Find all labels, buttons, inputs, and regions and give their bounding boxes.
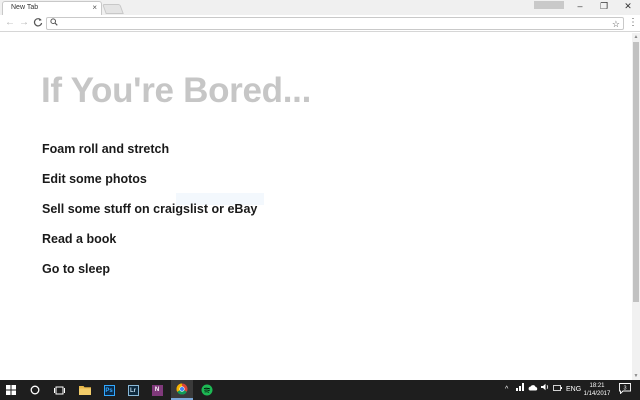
tab-title: New Tab (11, 4, 39, 11)
clock-time: 18:21 (589, 383, 605, 389)
browser-toolbar: ← → ☆ ⋮ (0, 15, 640, 32)
tab-new-tab[interactable]: New Tab × (2, 1, 102, 15)
scroll-down-arrow-icon[interactable]: ▼ (632, 372, 640, 380)
close-window-button[interactable]: ✕ (616, 0, 640, 12)
language-indicator[interactable]: ENG (566, 380, 581, 400)
list-item: Foam roll and stretch (42, 142, 170, 156)
taskbar-spotify[interactable] (196, 380, 218, 400)
onenote-icon: N (151, 384, 163, 396)
profile-badge[interactable] (534, 1, 564, 9)
system-clock[interactable]: 18:21 1/14/2017 (580, 382, 614, 398)
clock-date: 1/14/2017 (583, 391, 611, 397)
photoshop-icon: Ps (103, 384, 115, 396)
cloud-tray-icon[interactable] (528, 380, 538, 400)
reload-glyph (33, 18, 43, 27)
start-button[interactable] (0, 380, 22, 400)
volume-tray-icon[interactable] (541, 380, 550, 400)
windows-logo-icon (6, 385, 16, 395)
tray-overflow-chevron-icon[interactable]: ^ (505, 380, 508, 400)
spotify-icon (201, 384, 213, 396)
cortana-circle-icon (30, 385, 40, 395)
scrollbar-thumb[interactable] (633, 42, 639, 302)
taskbar-onenote[interactable]: N (146, 380, 168, 400)
browser-title-bar: New Tab × – ❐ ✕ (0, 0, 640, 15)
search-icon (50, 18, 58, 30)
task-view-icon (53, 386, 65, 394)
list-item: Read a book (42, 232, 117, 246)
page-content: If You're Bored... Foam roll and stretch… (0, 33, 632, 380)
bookmark-star-icon[interactable]: ☆ (612, 18, 620, 30)
list-item: Edit some photos (42, 172, 147, 186)
folder-icon (79, 386, 91, 395)
tab-close-icon[interactable]: × (92, 3, 97, 13)
list-item: Go to sleep (42, 262, 111, 276)
chrome-menu-icon[interactable]: ⋮ (628, 17, 638, 29)
address-bar[interactable]: ☆ (46, 17, 624, 30)
notification-icon: 3 (619, 383, 631, 395)
minimize-button[interactable]: – (568, 0, 592, 12)
forward-arrow-icon[interactable]: → (18, 17, 30, 29)
action-center-button[interactable]: 3 (618, 383, 632, 397)
network-tray-icon[interactable] (516, 380, 524, 400)
new-tab-button[interactable] (102, 4, 124, 14)
vertical-scrollbar[interactable]: ▲ ▼ (632, 33, 640, 380)
reload-icon[interactable] (32, 17, 44, 29)
activity-list: Foam roll and stretch Edit some photos S… (42, 142, 257, 292)
lightroom-icon: Lr (127, 384, 139, 396)
windows-taskbar: Ps Lr N ^ ENG 18:21 1/14/2017 3 (0, 380, 640, 400)
page-title: If You're Bored... (41, 71, 312, 110)
taskbar-photoshop[interactable]: Ps (98, 380, 120, 400)
scroll-up-arrow-icon[interactable]: ▲ (632, 33, 640, 41)
restore-button[interactable]: ❐ (592, 0, 616, 12)
list-item: Sell some stuff on craigslist or eBay (42, 202, 258, 216)
chrome-icon (176, 383, 188, 395)
taskbar-chrome[interactable] (171, 380, 193, 400)
battery-tray-icon[interactable] (553, 380, 562, 400)
task-view-button[interactable] (48, 380, 70, 400)
back-arrow-icon[interactable]: ← (4, 17, 16, 29)
cortana-search-button[interactable] (24, 380, 46, 400)
taskbar-lightroom[interactable]: Lr (122, 380, 144, 400)
notification-count: 3 (623, 386, 626, 392)
taskbar-file-explorer[interactable] (74, 380, 96, 400)
